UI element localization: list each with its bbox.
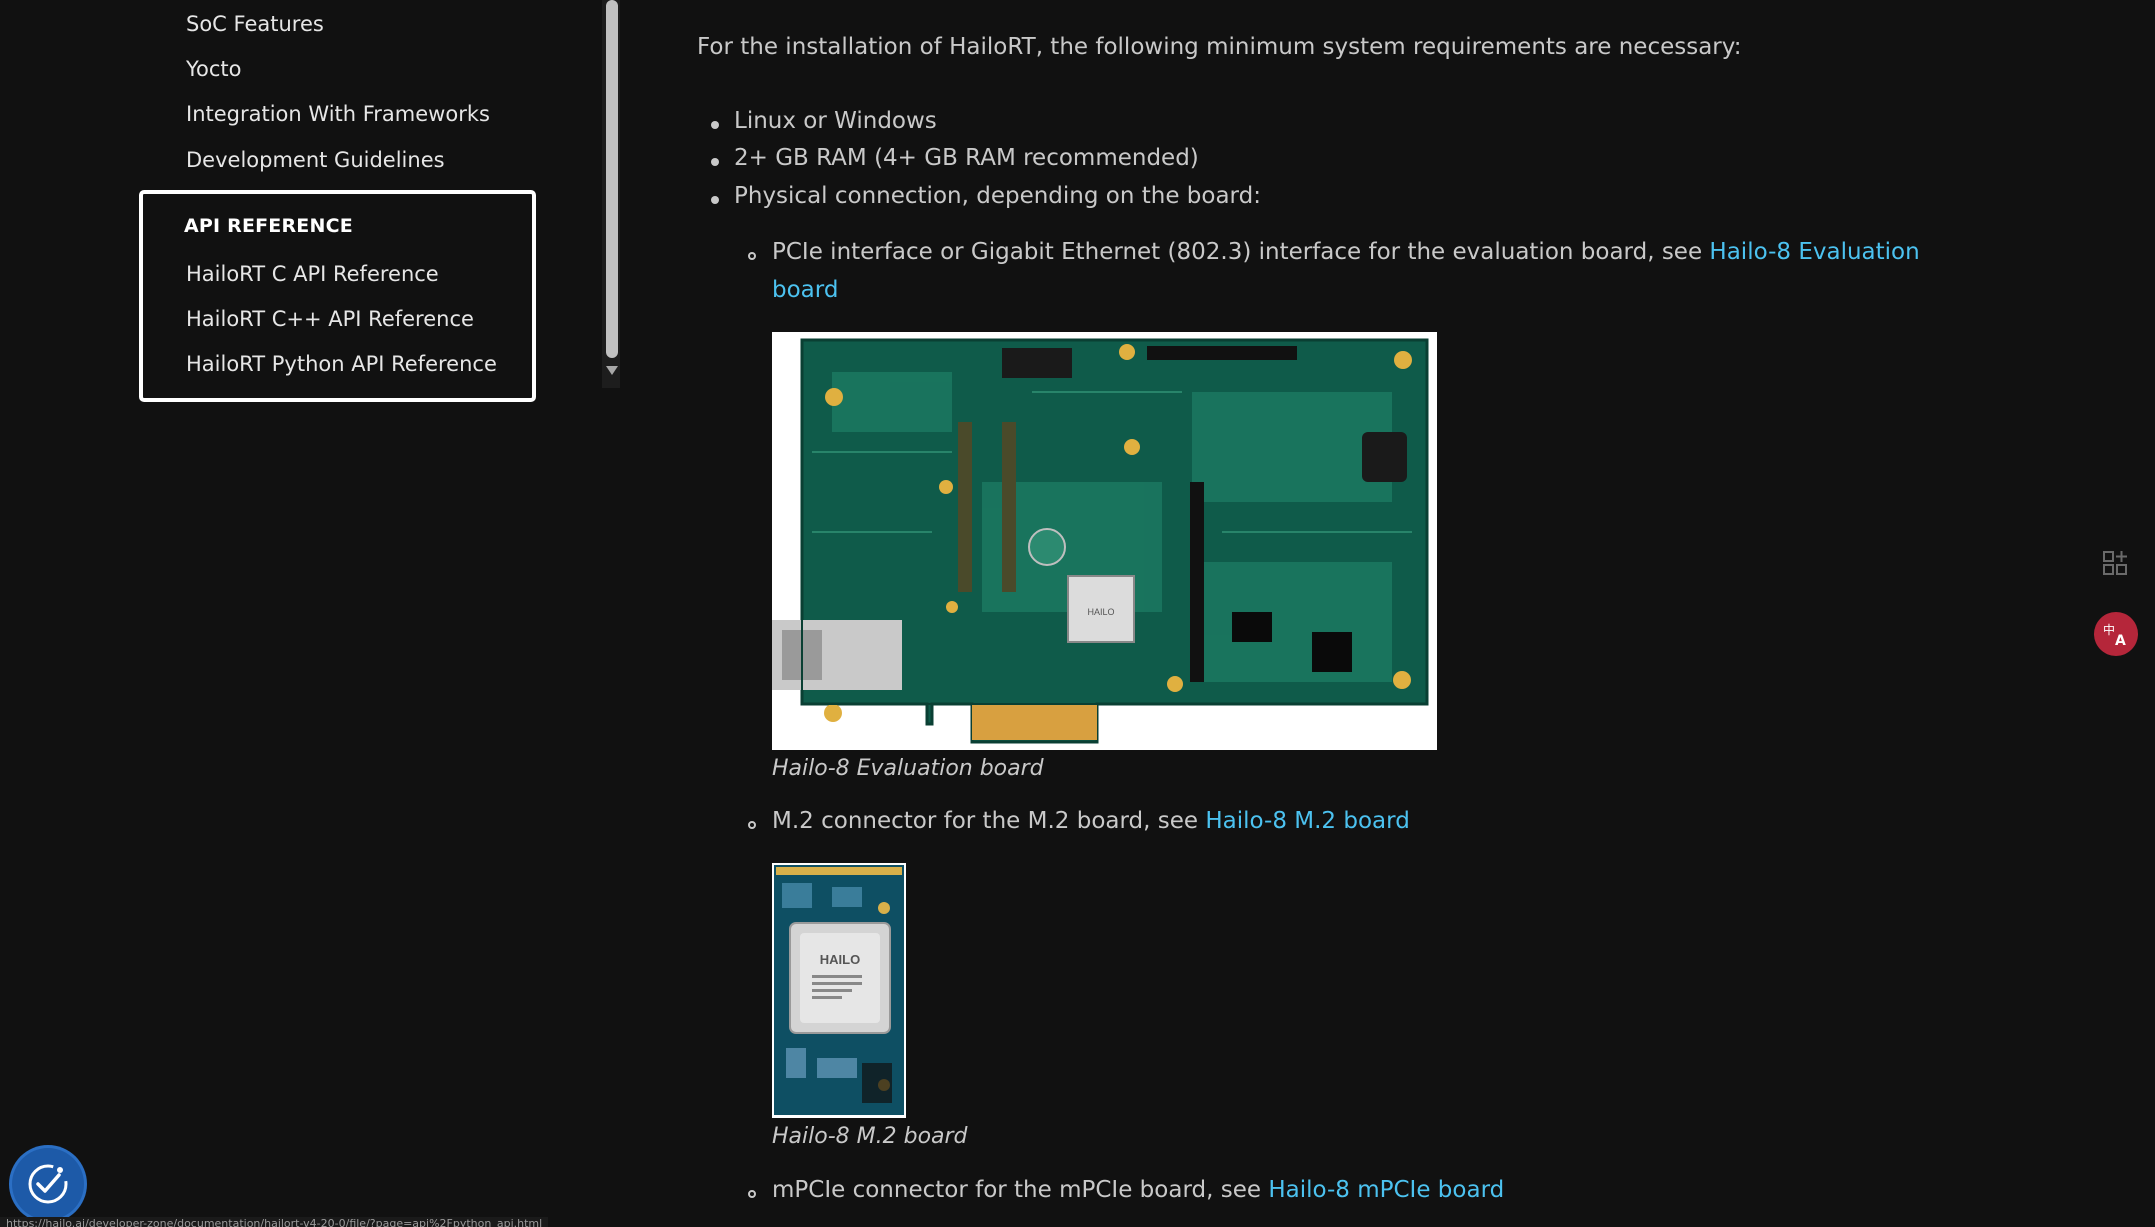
link-hailo8-mpcie-board[interactable]: Hailo-8 mPCIe board bbox=[1268, 1177, 1504, 1203]
requirement-os: Linux or Windows bbox=[734, 108, 937, 134]
accessibility-icon[interactable] bbox=[12, 1148, 84, 1220]
evaluation-board-caption: Hailo-8 Evaluation board bbox=[772, 756, 1044, 781]
m2-chip-label: HAILO bbox=[820, 952, 860, 967]
bullet-circle bbox=[748, 821, 756, 829]
sidebar-item-c-api-reference[interactable]: HailoRT C API Reference bbox=[186, 262, 439, 286]
sidebar-item-python-api-reference[interactable]: HailoRT Python API Reference bbox=[186, 352, 497, 376]
link-hailo8-evaluation-board[interactable]: Hailo-8 Evaluation bbox=[1709, 239, 1919, 265]
sidebar-item-yocto[interactable]: Yocto bbox=[186, 57, 242, 81]
bullet-circle bbox=[748, 252, 756, 260]
svg-text:A: A bbox=[2115, 633, 2126, 649]
scrollbar-thumb[interactable] bbox=[606, 0, 618, 358]
sidebar-item-integration-with-frameworks[interactable]: Integration With Frameworks bbox=[186, 102, 490, 126]
requirement-physical-connection: Physical connection, depending on the bo… bbox=[734, 183, 1261, 209]
evaluation-board-graphic: HAILO bbox=[772, 332, 1437, 750]
connection-evaluation-link-wrap: board bbox=[772, 277, 838, 303]
connection-m2-board: M.2 connector for the M.2 board, see Hai… bbox=[772, 808, 1410, 834]
scroll-down-arrow-icon[interactable] bbox=[606, 366, 618, 375]
sidebar-scrollbar[interactable] bbox=[602, 0, 622, 388]
eval-chip-label: HAILO bbox=[1087, 607, 1114, 617]
bullet-disc bbox=[711, 158, 719, 166]
bullet-disc bbox=[711, 196, 719, 204]
sidebar: SoC Features Yocto Integration With Fram… bbox=[0, 0, 622, 1227]
sidebar-item-development-guidelines[interactable]: Development Guidelines bbox=[186, 148, 445, 172]
link-hailo8-m2-board[interactable]: Hailo-8 M.2 board bbox=[1205, 808, 1409, 834]
bullet-disc bbox=[711, 121, 719, 129]
connection-evaluation-board: PCIe interface or Gigabit Ethernet (802.… bbox=[772, 239, 1920, 265]
api-reference-heading: API REFERENCE bbox=[184, 215, 353, 237]
connection-mpcie-board: mPCIe connector for the mPCIe board, see… bbox=[772, 1177, 1504, 1203]
m2-board-caption: Hailo-8 M.2 board bbox=[772, 1124, 968, 1149]
connection-m2-text: M.2 connector for the M.2 board, see bbox=[772, 808, 1206, 834]
sidebar-item-soc-features[interactable]: SoC Features bbox=[186, 12, 324, 36]
bullet-circle bbox=[748, 1190, 756, 1198]
m2-board-image: HAILO bbox=[772, 863, 906, 1118]
translate-icon[interactable]: 中 A bbox=[2094, 612, 2138, 656]
connection-mpcie-text: mPCIe connector for the mPCIe board, see bbox=[772, 1177, 1269, 1203]
m2-board-graphic: HAILO bbox=[772, 863, 906, 1118]
sidebar-item-cpp-api-reference[interactable]: HailoRT C++ API Reference bbox=[186, 307, 474, 331]
apps-add-icon[interactable] bbox=[2100, 548, 2130, 578]
requirement-ram: 2+ GB RAM (4+ GB RAM recommended) bbox=[734, 145, 1199, 171]
link-hailo8-evaluation-board-cont[interactable]: board bbox=[772, 277, 838, 303]
status-bar-url: https://hailo.ai/developer-zone/document… bbox=[0, 1217, 549, 1227]
connection-evaluation-text: PCIe interface or Gigabit Ethernet (802.… bbox=[772, 239, 1710, 265]
svg-text:中: 中 bbox=[2103, 622, 2115, 637]
evaluation-board-image: HAILO bbox=[772, 332, 1437, 750]
requirements-intro: For the installation of HailoRT, the fol… bbox=[697, 34, 1742, 60]
